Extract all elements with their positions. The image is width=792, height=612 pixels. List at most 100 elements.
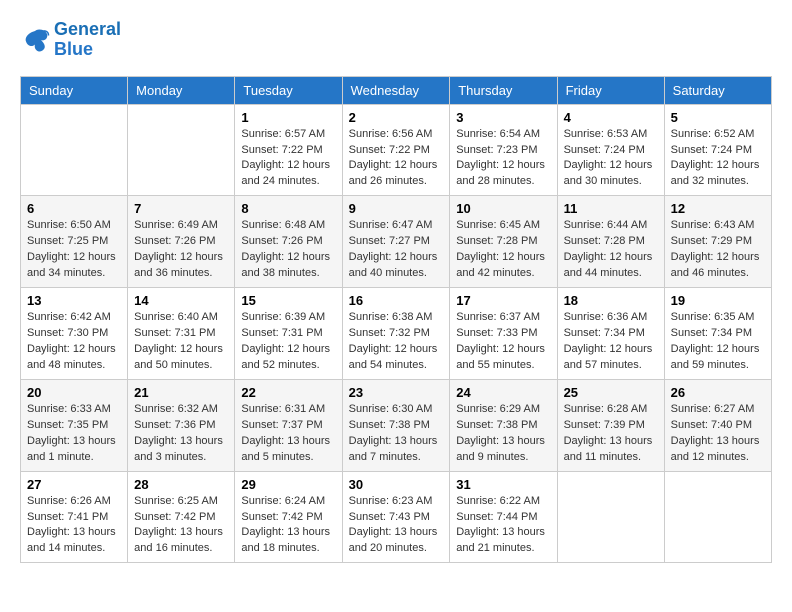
day-info: Sunrise: 6:38 AM Sunset: 7:32 PM Dayligh…	[349, 310, 444, 374]
day-info: Sunrise: 6:22 AM Sunset: 7:44 PM Dayligh…	[456, 494, 550, 558]
day-info: Sunrise: 6:29 AM Sunset: 7:38 PM Dayligh…	[456, 402, 550, 466]
calendar-cell: 25Sunrise: 6:28 AM Sunset: 7:39 PM Dayli…	[557, 379, 664, 471]
day-number: 15	[241, 293, 335, 308]
day-info: Sunrise: 6:42 AM Sunset: 7:30 PM Dayligh…	[27, 310, 121, 374]
day-number: 3	[456, 110, 550, 125]
calendar-cell: 10Sunrise: 6:45 AM Sunset: 7:28 PM Dayli…	[450, 196, 557, 288]
calendar-cell: 2 Sunrise: 6:56 AM Sunset: 7:22 PM Daylig…	[342, 104, 450, 196]
calendar-cell: 23 Sunrise: 6:30 AM Sunset: 7:38 PM Dayli…	[342, 379, 450, 471]
calendar-cell: 5 Sunrise: 6:52 AM Sunset: 7:24 PM Daylig…	[664, 104, 771, 196]
calendar-table: SundayMondayTuesdayWednesdayThursdayFrid…	[20, 76, 772, 564]
calendar-cell: 30 Sunrise: 6:23 AM Sunset: 7:43 PM Dayli…	[342, 471, 450, 563]
day-info: Sunrise: 6:52 AM Sunset: 7:24 PM Dayligh…	[671, 127, 765, 191]
day-number: 31	[456, 477, 550, 492]
calendar-week-row: 13 Sunrise: 6:42 AM Sunset: 7:30 PM Dayli…	[21, 288, 772, 380]
calendar-header-row: SundayMondayTuesdayWednesdayThursdayFrid…	[21, 76, 772, 104]
day-number: 7	[134, 201, 228, 216]
calendar-cell: 9Sunrise: 6:47 AM Sunset: 7:27 PM Daylig…	[342, 196, 450, 288]
calendar-cell: 11 Sunrise: 6:44 AM Sunset: 7:28 PM Dayli…	[557, 196, 664, 288]
day-info: Sunrise: 6:26 AM Sunset: 7:41 PM Dayligh…	[27, 494, 121, 558]
day-number: 16	[349, 293, 444, 308]
day-info: Sunrise: 6:54 AM Sunset: 7:23 PM Dayligh…	[456, 127, 550, 191]
day-info: Sunrise: 6:57 AM Sunset: 7:22 PM Dayligh…	[241, 127, 335, 191]
calendar-week-row: 1 Sunrise: 6:57 AM Sunset: 7:22 PM Daylig…	[21, 104, 772, 196]
day-number: 26	[671, 385, 765, 400]
day-number: 27	[27, 477, 121, 492]
day-info: Sunrise: 6:27 AM Sunset: 7:40 PM Dayligh…	[671, 402, 765, 466]
calendar-cell: 27 Sunrise: 6:26 AM Sunset: 7:41 PM Dayli…	[21, 471, 128, 563]
calendar-cell	[557, 471, 664, 563]
day-number: 6	[27, 201, 121, 216]
day-info: Sunrise: 6:53 AM Sunset: 7:24 PM Dayligh…	[564, 127, 658, 191]
calendar-cell: 3 Sunrise: 6:54 AM Sunset: 7:23 PM Daylig…	[450, 104, 557, 196]
calendar-cell: 29 Sunrise: 6:24 AM Sunset: 7:42 PM Dayli…	[235, 471, 342, 563]
day-number: 24	[456, 385, 550, 400]
day-header-friday: Friday	[557, 76, 664, 104]
day-number: 12	[671, 201, 765, 216]
calendar-cell: 31 Sunrise: 6:22 AM Sunset: 7:44 PM Dayli…	[450, 471, 557, 563]
day-info: Sunrise: 6:49 AM Sunset: 7:26 PM Dayligh…	[134, 218, 228, 282]
calendar-week-row: 20Sunrise: 6:33 AM Sunset: 7:35 PM Dayli…	[21, 379, 772, 471]
day-info: Sunrise: 6:48 AM Sunset: 7:26 PM Dayligh…	[241, 218, 335, 282]
logo-bird-icon	[20, 25, 50, 55]
day-number: 23	[349, 385, 444, 400]
day-info: Sunrise: 6:32 AM Sunset: 7:36 PM Dayligh…	[134, 402, 228, 466]
day-info: Sunrise: 6:44 AM Sunset: 7:28 PM Dayligh…	[564, 218, 658, 282]
day-info: Sunrise: 6:36 AM Sunset: 7:34 PM Dayligh…	[564, 310, 658, 374]
logo-text: General	[54, 20, 121, 40]
day-info: Sunrise: 6:35 AM Sunset: 7:34 PM Dayligh…	[671, 310, 765, 374]
day-number: 4	[564, 110, 658, 125]
day-number: 17	[456, 293, 550, 308]
day-header-saturday: Saturday	[664, 76, 771, 104]
day-number: 11	[564, 201, 658, 216]
day-number: 29	[241, 477, 335, 492]
calendar-cell	[128, 104, 235, 196]
calendar-cell	[21, 104, 128, 196]
day-number: 2	[349, 110, 444, 125]
day-info: Sunrise: 6:24 AM Sunset: 7:42 PM Dayligh…	[241, 494, 335, 558]
day-info: Sunrise: 6:25 AM Sunset: 7:42 PM Dayligh…	[134, 494, 228, 558]
calendar-cell: 4 Sunrise: 6:53 AM Sunset: 7:24 PM Daylig…	[557, 104, 664, 196]
day-header-tuesday: Tuesday	[235, 76, 342, 104]
day-number: 9	[349, 201, 444, 216]
calendar-cell: 28 Sunrise: 6:25 AM Sunset: 7:42 PM Dayli…	[128, 471, 235, 563]
day-header-thursday: Thursday	[450, 76, 557, 104]
calendar-cell: 15 Sunrise: 6:39 AM Sunset: 7:31 PM Dayli…	[235, 288, 342, 380]
calendar-cell: 16 Sunrise: 6:38 AM Sunset: 7:32 PM Dayli…	[342, 288, 450, 380]
calendar-cell: 21 Sunrise: 6:32 AM Sunset: 7:36 PM Dayli…	[128, 379, 235, 471]
day-number: 10	[456, 201, 550, 216]
calendar-cell: 6 Sunrise: 6:50 AM Sunset: 7:25 PM Daylig…	[21, 196, 128, 288]
calendar-week-row: 27 Sunrise: 6:26 AM Sunset: 7:41 PM Dayli…	[21, 471, 772, 563]
day-number: 21	[134, 385, 228, 400]
day-info: Sunrise: 6:50 AM Sunset: 7:25 PM Dayligh…	[27, 218, 121, 282]
day-info: Sunrise: 6:56 AM Sunset: 7:22 PM Dayligh…	[349, 127, 444, 191]
calendar-cell: 1 Sunrise: 6:57 AM Sunset: 7:22 PM Daylig…	[235, 104, 342, 196]
calendar-cell: 13 Sunrise: 6:42 AM Sunset: 7:30 PM Dayli…	[21, 288, 128, 380]
day-info: Sunrise: 6:37 AM Sunset: 7:33 PM Dayligh…	[456, 310, 550, 374]
day-number: 18	[564, 293, 658, 308]
day-info: Sunrise: 6:39 AM Sunset: 7:31 PM Dayligh…	[241, 310, 335, 374]
day-number: 5	[671, 110, 765, 125]
calendar-cell: 17 Sunrise: 6:37 AM Sunset: 7:33 PM Dayli…	[450, 288, 557, 380]
day-info: Sunrise: 6:43 AM Sunset: 7:29 PM Dayligh…	[671, 218, 765, 282]
logo: General Blue	[20, 20, 121, 60]
day-header-monday: Monday	[128, 76, 235, 104]
day-number: 22	[241, 385, 335, 400]
logo-subtext: Blue	[54, 40, 121, 60]
day-info: Sunrise: 6:33 AM Sunset: 7:35 PM Dayligh…	[27, 402, 121, 466]
day-info: Sunrise: 6:40 AM Sunset: 7:31 PM Dayligh…	[134, 310, 228, 374]
calendar-cell: 8Sunrise: 6:48 AM Sunset: 7:26 PM Daylig…	[235, 196, 342, 288]
day-info: Sunrise: 6:31 AM Sunset: 7:37 PM Dayligh…	[241, 402, 335, 466]
day-info: Sunrise: 6:30 AM Sunset: 7:38 PM Dayligh…	[349, 402, 444, 466]
day-number: 30	[349, 477, 444, 492]
day-info: Sunrise: 6:23 AM Sunset: 7:43 PM Dayligh…	[349, 494, 444, 558]
calendar-cell: 26 Sunrise: 6:27 AM Sunset: 7:40 PM Dayli…	[664, 379, 771, 471]
day-number: 28	[134, 477, 228, 492]
calendar-cell: 20Sunrise: 6:33 AM Sunset: 7:35 PM Dayli…	[21, 379, 128, 471]
calendar-cell: 19Sunrise: 6:35 AM Sunset: 7:34 PM Dayli…	[664, 288, 771, 380]
day-number: 1	[241, 110, 335, 125]
calendar-cell: 12 Sunrise: 6:43 AM Sunset: 7:29 PM Dayli…	[664, 196, 771, 288]
calendar-cell: 24 Sunrise: 6:29 AM Sunset: 7:38 PM Dayli…	[450, 379, 557, 471]
calendar-cell: 22 Sunrise: 6:31 AM Sunset: 7:37 PM Dayli…	[235, 379, 342, 471]
day-number: 13	[27, 293, 121, 308]
